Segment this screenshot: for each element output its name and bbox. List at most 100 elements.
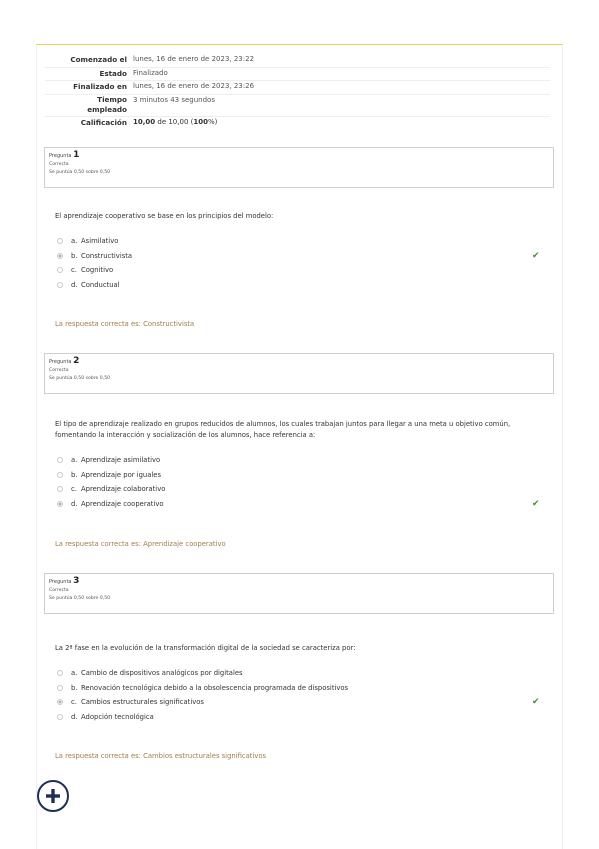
question-3-status: Correcta	[49, 588, 69, 593]
question-2-status: Correcta	[49, 368, 69, 373]
answer-letter: d.	[71, 280, 78, 289]
answer-text: Aprendizaje por iguales	[81, 470, 161, 479]
answer-option[interactable]: c. Cambios estructurales significativos ✔	[57, 695, 557, 710]
answer-option[interactable]: a. Aprendizaje asimilativo	[57, 453, 557, 468]
answer-letter: c.	[71, 266, 77, 275]
radio-button-selected[interactable]	[57, 699, 63, 706]
question-number: 3	[73, 576, 80, 586]
answer-letter: a.	[71, 669, 78, 678]
question-3-answers: a. Cambio de dispositivos analógicos por …	[57, 666, 557, 724]
answer-option[interactable]: c. Aprendizaje colaborativo	[57, 482, 557, 497]
answer-text: Cambio de dispositivos analógicos por di…	[81, 669, 243, 678]
check-icon: ✔	[532, 250, 540, 261]
answer-option[interactable]: b. Renovación tecnológica debido a la obs…	[57, 681, 557, 696]
answer-letter: d.	[71, 712, 78, 721]
answer-letter: b.	[71, 683, 78, 692]
grade-value: 10,00 de 10,00 (100%)	[131, 117, 217, 128]
grade-end: %)	[207, 117, 218, 126]
grade-of: de 10,00 (	[155, 117, 194, 126]
answer-letter: c.	[71, 485, 77, 494]
answer-letter: c.	[71, 698, 77, 707]
answer-text: Constructivista	[81, 251, 133, 260]
answer-option[interactable]: d. Conductual	[57, 278, 557, 293]
answer-option[interactable]: a. Asimilativo	[57, 234, 557, 249]
finished-label: Finalizado en	[73, 82, 127, 91]
summary-row-time: Tiempo empleado 3 minutos 43 segundos	[45, 95, 550, 117]
radio-button[interactable]	[57, 486, 63, 493]
answer-text: Aprendizaje asimilativo	[81, 456, 161, 465]
answer-text: Conductual	[81, 280, 120, 289]
radio-button-selected[interactable]	[57, 252, 63, 259]
summary-row-state: Estado Finalizado	[45, 68, 550, 81]
time-value: 3 minutos 43 segundos	[133, 95, 215, 104]
answer-text: Renovación tecnológica debido a la obsol…	[81, 683, 349, 692]
radio-button[interactable]	[57, 471, 63, 478]
check-icon: ✔	[532, 498, 540, 509]
answer-text: Aprendizaje colaborativo	[81, 485, 166, 494]
radio-button[interactable]	[57, 457, 63, 464]
question-1-info: Pregunta 1 Correcta Se puntúa 0,50 sobre…	[44, 147, 554, 188]
question-3-text: La 2ª fase en la evolución de la transfo…	[55, 644, 356, 652]
question-label: Pregunta	[49, 579, 72, 585]
question-3-feedback: La respuesta correcta es: Cambios estruc…	[55, 752, 267, 760]
answer-text: Cognitivo	[81, 266, 114, 275]
attempt-summary: Comenzado el lunes, 16 de enero de 2023,…	[45, 54, 550, 129]
time-label-line-2: empleado	[87, 105, 127, 114]
question-2-number: Pregunta 2	[49, 357, 549, 367]
radio-button-selected[interactable]	[57, 500, 63, 507]
question-2-feedback: La respuesta correcta es: Aprendizaje co…	[55, 540, 226, 548]
plus-icon	[46, 789, 60, 803]
answer-option[interactable]: b. Aprendizaje por iguales	[57, 468, 557, 483]
finished-value: lunes, 16 de enero de 2023, 23:26	[133, 82, 255, 90]
state-label: Estado	[99, 68, 127, 78]
question-3-points: Se puntúa 0,50 sobre 0,50	[49, 596, 111, 601]
answer-option[interactable]: d. Adopción tecnológica	[57, 710, 557, 725]
check-icon: ✔	[532, 697, 540, 708]
answer-text: Adopción tecnológica	[81, 712, 154, 721]
grade-percent: 100	[193, 117, 208, 126]
summary-row-finished: Finalizado en lunes, 16 de enero de 2023…	[45, 81, 550, 95]
question-label: Pregunta	[49, 153, 72, 159]
radio-button[interactable]	[57, 670, 63, 677]
answer-letter: a.	[71, 237, 78, 246]
add-button[interactable]	[37, 780, 69, 812]
question-1-answers: a. Asimilativo b. Constructivista ✔ c. Cogni…	[57, 234, 557, 292]
question-number: 2	[73, 356, 80, 366]
question-1-number: Pregunta 1	[49, 151, 549, 161]
answer-letter: b.	[71, 251, 78, 260]
answer-letter: b.	[71, 470, 78, 479]
radio-button[interactable]	[57, 267, 63, 274]
answer-option[interactable]: c. Cognitivo	[57, 263, 557, 278]
time-label-line-1: Tiempo	[97, 94, 127, 104]
answer-text: Asimilativo	[81, 237, 119, 246]
answer-text: Aprendizaje cooperativo	[81, 499, 164, 508]
summary-row-grade: Calificación 10,00 de 10,00 (100%)	[45, 117, 550, 130]
radio-button[interactable]	[57, 281, 63, 288]
answer-option[interactable]: a. Cambio de dispositivos analógicos por …	[57, 666, 557, 681]
radio-button[interactable]	[57, 684, 63, 691]
state-value: Finalizado	[133, 68, 168, 77]
question-3-info: Pregunta 3 Correcta Se puntúa 0,50 sobre…	[44, 573, 554, 614]
started-label: Comenzado el	[70, 55, 127, 64]
radio-button[interactable]	[57, 713, 63, 720]
time-label: Tiempo empleado	[45, 95, 131, 116]
answer-option[interactable]: d. Aprendizaje cooperativo ✔	[57, 497, 557, 512]
question-2-text: El tipo de aprendizaje realizado en grup…	[55, 420, 511, 439]
quiz-review-card: Comenzado el lunes, 16 de enero de 2023,…	[36, 44, 563, 849]
question-number: 1	[73, 150, 80, 160]
question-1-status: Correcta	[49, 162, 69, 167]
question-3-number: Pregunta 3	[49, 577, 549, 587]
question-2-points: Se puntúa 0,50 sobre 0,50	[49, 376, 111, 381]
answer-letter: d.	[71, 499, 78, 508]
question-1-text: El aprendizaje cooperativo se base en lo…	[55, 212, 274, 220]
question-1-points: Se puntúa 0,50 sobre 0,50	[49, 170, 111, 175]
answer-letter: a.	[71, 456, 78, 465]
answer-text: Cambios estructurales significativos	[81, 698, 204, 707]
answer-option[interactable]: b. Constructivista ✔	[57, 249, 557, 264]
started-value: lunes, 16 de enero de 2023, 23:22	[133, 55, 255, 63]
question-2-answers: a. Aprendizaje asimilativo b. Aprendizaje …	[57, 453, 557, 511]
radio-button[interactable]	[57, 238, 63, 245]
question-label: Pregunta	[49, 359, 72, 365]
summary-row-started: Comenzado el lunes, 16 de enero de 2023,…	[45, 54, 550, 68]
grade-label: Calificación	[80, 117, 127, 127]
